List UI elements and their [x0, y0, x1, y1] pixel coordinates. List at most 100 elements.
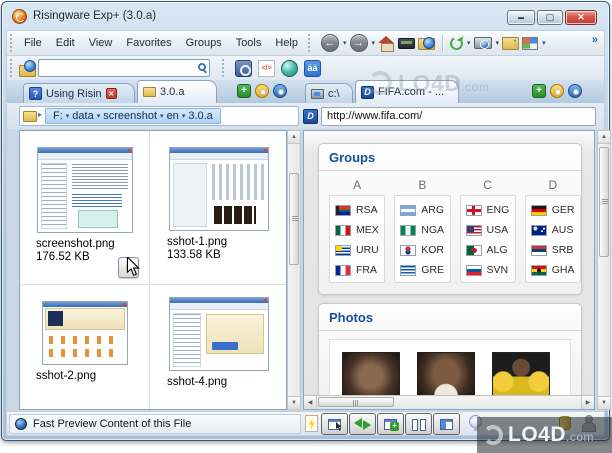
group-d-box: GER AUS SRB GHA [524, 195, 581, 283]
tab-label: Using Risin [46, 87, 102, 100]
file-list-pane: screenshot.png 176.52 KB sshot-1.png 133… [19, 130, 287, 410]
toolbar-overflow-chevron[interactable]: » [592, 34, 598, 46]
session-history-button[interactable] [568, 84, 582, 98]
breadcrumb-item-drive[interactable]: F: [50, 110, 66, 122]
recent-history-button[interactable] [255, 84, 269, 98]
snapshot-button[interactable] [473, 37, 492, 49]
forward-dropdown-caret[interactable] [372, 39, 376, 47]
sidebar-layout-button[interactable] [433, 413, 460, 435]
user-icon[interactable] [581, 415, 596, 432]
file-thumbnail-sshot1[interactable] [168, 147, 269, 231]
team-row: RSA [335, 200, 384, 220]
view-options-button[interactable] [522, 36, 539, 50]
app-window: Risingware Exp+ (3.0.a) File Edit View F… [1, 1, 611, 441]
desktop-button[interactable] [398, 37, 416, 49]
player-photo-2[interactable] [417, 352, 475, 398]
snapshot-dropdown-caret[interactable] [496, 39, 500, 47]
browser-pane: Groups A B C D RSA MEX URU FRA ARG NGA K… [303, 130, 595, 410]
menu-help[interactable]: Help [268, 34, 305, 52]
menu-edit[interactable]: Edit [49, 34, 82, 52]
tab-using-risingware[interactable]: Using Risin [23, 83, 135, 103]
view-options-caret[interactable] [542, 39, 546, 47]
close-button[interactable] [565, 10, 597, 25]
team-row: GER [530, 200, 580, 220]
browser-horizontal-scrollbar[interactable]: ◀ ▶ [304, 395, 594, 409]
scroll-down-icon[interactable]: ▼ [598, 396, 610, 409]
file-name: sshot-1.png [167, 236, 228, 248]
menu-view[interactable]: View [82, 34, 120, 52]
scroll-right-icon[interactable]: ▶ [581, 396, 594, 409]
settings-tool-icon[interactable] [235, 59, 252, 77]
tab-folder-30a[interactable]: 3.0.a [137, 80, 217, 103]
breadcrumb-item-data[interactable]: data [69, 110, 96, 122]
breadcrumb-item-screenshot[interactable]: screenshot [100, 110, 160, 122]
menu-favorites[interactable]: Favorites [119, 34, 178, 52]
mouse-cursor [126, 257, 140, 277]
group-letter: D [548, 178, 558, 192]
split-vertical-button[interactable] [405, 413, 432, 435]
folder-up-button[interactable] [502, 35, 520, 50]
search-box [38, 59, 210, 77]
back-button[interactable] [321, 34, 339, 52]
browser-vertical-scrollbar[interactable]: ▲ ▼ [597, 130, 611, 410]
menu-file[interactable]: File [17, 34, 49, 52]
tab-fifa-site[interactable]: FIFA.com - ... [355, 80, 459, 103]
file-thumbnail-sshot4[interactable] [168, 297, 269, 371]
minimize-button[interactable] [507, 10, 535, 25]
search-input[interactable] [42, 61, 190, 75]
url-input[interactable] [321, 106, 596, 126]
forward-button[interactable] [349, 34, 368, 52]
refresh-button[interactable] [448, 34, 465, 52]
tab-row: Using Risin 3.0.a c:\ FIFA.com - ... [6, 80, 605, 103]
scrollbar-thumb[interactable] [318, 397, 394, 407]
text-translate-tool-icon[interactable] [304, 59, 321, 77]
swap-panes-button[interactable] [349, 413, 376, 435]
breadcrumb-item-30a[interactable]: 3.0.a [185, 110, 215, 122]
close-tab-icon[interactable] [105, 88, 117, 99]
toolbar-grip [222, 59, 226, 77]
team-code: ARG [421, 204, 445, 216]
maximize-button[interactable] [537, 10, 563, 25]
capture-tool-icon[interactable] [281, 59, 298, 77]
scroll-left-icon[interactable]: ◀ [304, 396, 317, 409]
session-history-button[interactable] [273, 84, 287, 98]
group-a-box: RSA MEX URU FRA [329, 195, 386, 283]
player-photo-1[interactable] [342, 352, 400, 398]
file-thumbnail-screenshot[interactable] [36, 147, 133, 233]
photos-panel: Photos [318, 303, 582, 399]
home-button[interactable] [378, 35, 395, 52]
scroll-up-icon[interactable]: ▲ [598, 131, 610, 144]
file-thumbnail-sshot2[interactable] [41, 301, 128, 365]
search-icon[interactable] [198, 63, 206, 71]
web-folder-button[interactable] [418, 36, 436, 50]
status-text: Fast Preview Content of this File [33, 418, 192, 430]
scrollbar-thumb[interactable] [599, 147, 609, 257]
html-tool-icon[interactable] [258, 59, 275, 77]
flag-gre-icon [400, 264, 417, 276]
back-dropdown-caret[interactable] [343, 39, 347, 47]
groups-panel: Groups A B C D RSA MEX URU FRA ARG NGA K… [318, 143, 582, 295]
archive-icon[interactable] [559, 416, 571, 430]
team-code: SRB [551, 244, 574, 256]
player-photo-3[interactable] [492, 352, 550, 398]
new-tab-plus-button[interactable] [532, 84, 546, 98]
new-tab-plus-button[interactable] [237, 84, 251, 98]
team-row: USA [465, 220, 515, 240]
menu-groups[interactable]: Groups [179, 34, 229, 52]
flag-kor-icon [400, 244, 417, 256]
plus-icon [390, 422, 399, 431]
pane-splitter[interactable] [289, 130, 303, 410]
menu-tools[interactable]: Tools [229, 34, 269, 52]
breadcrumb-item-en[interactable]: en [164, 110, 182, 122]
tab-drive-c[interactable]: c:\ [305, 83, 353, 103]
recent-history-button[interactable] [550, 84, 564, 98]
left-tab-buttons [237, 84, 287, 98]
toolbar-grip [10, 34, 14, 52]
main-area: screenshot.png 176.52 KB sshot-1.png 133… [6, 129, 611, 411]
preview-pane-button[interactable] [321, 413, 348, 435]
flag-eng-icon [465, 204, 482, 216]
fast-preview-icon[interactable] [305, 415, 318, 432]
tips-button[interactable] [467, 413, 485, 435]
status-bar: Fast Preview Content of this File [6, 411, 605, 436]
add-pane-button[interactable] [377, 413, 404, 435]
